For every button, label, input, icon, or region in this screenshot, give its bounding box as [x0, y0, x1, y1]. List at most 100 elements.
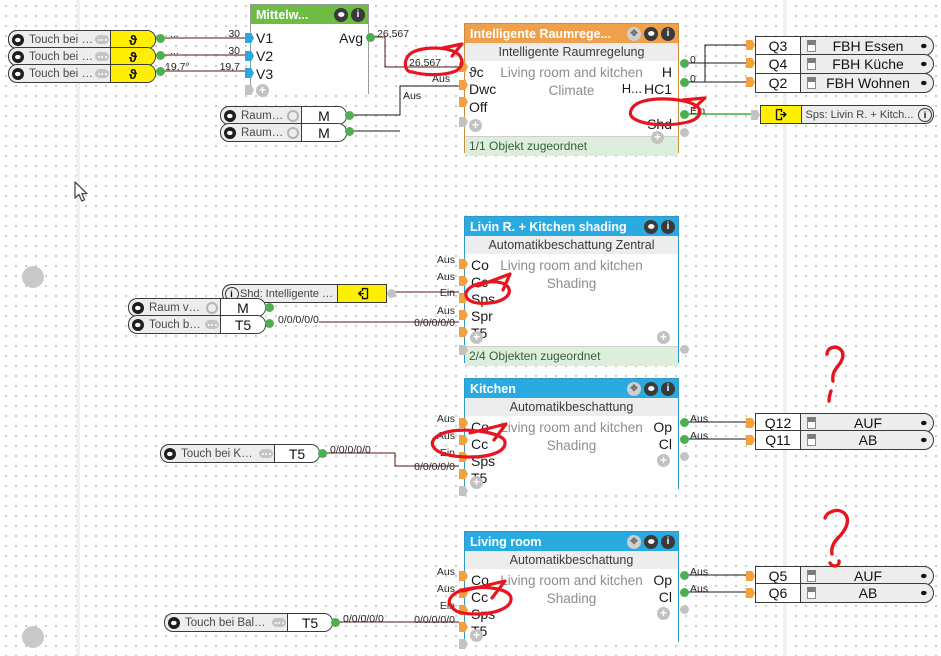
gear-icon[interactable] [915, 58, 933, 70]
sensor-touch-balkon-2[interactable]: Touch bei Balkon T5 [164, 613, 333, 632]
gear-icon[interactable] [644, 381, 658, 396]
gear-icon[interactable] [915, 417, 933, 429]
info-icon[interactable]: i [661, 381, 675, 396]
gear-icon[interactable] [221, 109, 238, 122]
move-icon[interactable]: ✥ [627, 381, 641, 396]
gear-icon[interactable] [644, 26, 658, 41]
move-icon[interactable]: ✥ [627, 26, 641, 41]
plus-icon-input[interactable]: + [470, 331, 483, 344]
room-control-output-pin-h[interactable] [680, 59, 689, 68]
info-icon[interactable]: i [351, 7, 365, 22]
output-q5-pin[interactable] [746, 571, 755, 581]
shading-central-block[interactable]: Livin R. + Kitchen shading i Automatikbe… [464, 216, 679, 366]
dots-icon[interactable] [271, 618, 287, 627]
plus-icon-input[interactable]: + [469, 119, 482, 132]
gear-icon[interactable] [915, 77, 933, 89]
output-q11-pin[interactable] [746, 435, 755, 445]
dots-icon[interactable] [204, 320, 220, 329]
plus-icon-output[interactable]: + [657, 331, 670, 344]
gear-icon[interactable] [915, 434, 933, 446]
kitchen-out-add[interactable] [680, 452, 689, 461]
room-control-output-pin-hc1[interactable] [680, 78, 689, 87]
plus-icon-output[interactable]: + [657, 607, 670, 620]
dots-icon[interactable] [94, 69, 110, 78]
kitchen-out-cl[interactable] [680, 435, 689, 444]
room-control-block[interactable]: Intelligente Raumrege... ✥ i Intelligent… [464, 23, 679, 156]
sps-virtual-output[interactable]: Sps: Livin R. + Kitch... i [760, 105, 934, 124]
output-q11[interactable]: Q11 AB [755, 430, 934, 450]
living-room-block[interactable]: Living room ✥ i Automatikbeschattung Co … [464, 531, 679, 642]
gear-icon[interactable] [915, 587, 933, 599]
flag-out-pin[interactable] [345, 127, 354, 136]
canvas-handle-bottom[interactable] [22, 626, 44, 648]
editor-canvas[interactable]: Touch bei Eingang ϑ Touch bei Küche ϑ To… [0, 0, 941, 656]
sensor-touch-eingang-2[interactable]: Touch bei Eingang T5 [128, 315, 266, 334]
gear-icon[interactable] [221, 126, 238, 139]
plus-icon-input[interactable]: + [470, 476, 483, 489]
ring-icon[interactable] [204, 301, 220, 314]
output-q3[interactable]: Q3 FBH Essen [755, 36, 934, 56]
flag-out-pin[interactable] [345, 111, 354, 120]
kitchen-block[interactable]: Kitchen ✥ i Automatikbeschattung Co Cc S… [464, 378, 679, 489]
average-block-header[interactable]: Mittelw... i [251, 5, 368, 24]
output-q4-pin[interactable] [746, 58, 755, 68]
move-icon[interactable]: ✥ [627, 534, 641, 549]
dots-icon[interactable] [258, 449, 274, 458]
gear-icon[interactable] [129, 301, 146, 314]
ring-icon[interactable] [285, 109, 301, 122]
shading-central-header[interactable]: Livin R. + Kitchen shading i [465, 217, 678, 236]
gear-icon[interactable] [334, 7, 348, 22]
canvas-handle-top[interactable] [22, 266, 44, 288]
living-room-block-header[interactable]: Living room ✥ i [465, 532, 678, 551]
sensor-out-pin[interactable] [318, 449, 327, 458]
info-icon[interactable]: i [661, 534, 675, 549]
output-q6-pin[interactable] [746, 588, 755, 598]
sensor-touch-kueche-2[interactable]: Touch bei Küche T5 [160, 444, 320, 463]
gear-icon[interactable] [165, 616, 182, 629]
gear-icon[interactable] [9, 67, 26, 80]
sensor-out-pin[interactable] [331, 618, 340, 627]
output-q6[interactable]: Q6 AB [755, 583, 934, 603]
gear-icon[interactable] [161, 447, 178, 460]
info-icon[interactable]: i [661, 26, 675, 41]
sps-output-pin[interactable] [751, 110, 760, 120]
sensor-out-pin[interactable] [265, 319, 274, 328]
flag-out-pin[interactable] [265, 303, 274, 312]
plus-icon-output[interactable]: + [657, 454, 670, 467]
room-control-output-pin-shd[interactable] [680, 110, 689, 119]
info-icon[interactable]: i [661, 219, 675, 234]
gear-icon[interactable] [915, 570, 933, 582]
output-q4[interactable]: Q4 FBH Küche [755, 54, 934, 74]
gear-icon[interactable] [9, 33, 26, 46]
dots-icon[interactable] [94, 35, 110, 44]
gear-icon[interactable] [9, 50, 26, 63]
living-room-out-cl[interactable] [680, 588, 689, 597]
memory-flag-raumregler-reset[interactable]: Raumregler Reset M [220, 123, 347, 142]
output-q3-pin[interactable] [746, 40, 755, 50]
sensor-row-touch-balkon[interactable]: Touch bei Balkon ϑ [8, 64, 156, 83]
plus-icon[interactable]: + [256, 84, 269, 97]
room-control-header[interactable]: Intelligente Raumrege... ✥ i [465, 24, 678, 43]
gear-icon[interactable] [644, 219, 658, 234]
info-icon[interactable]: i [917, 107, 933, 122]
kitchen-block-header[interactable]: Kitchen ✥ i [465, 379, 678, 398]
output-q2[interactable]: Q2 FBH Wohnen [755, 73, 934, 93]
gear-icon[interactable] [915, 40, 933, 52]
sensor-out-pin[interactable] [156, 34, 165, 43]
gear-icon[interactable] [644, 534, 658, 549]
output-q2-pin[interactable] [746, 77, 755, 87]
room-control-output-pin-add[interactable] [680, 128, 689, 137]
plus-icon-input[interactable]: + [470, 629, 483, 642]
gear-icon[interactable] [129, 318, 146, 331]
average-block[interactable]: Mittelw... i V1 V2 V3 Avg + [250, 4, 369, 97]
kitchen-out-op[interactable] [680, 418, 689, 427]
ring-icon[interactable] [285, 126, 301, 139]
sensor-out-pin[interactable] [156, 67, 165, 76]
average-output-pin-avg[interactable] [366, 33, 375, 42]
living-room-out-op[interactable] [680, 571, 689, 580]
shading-central-out-add[interactable] [680, 345, 689, 354]
sensor-out-pin[interactable] [156, 51, 165, 60]
shd-input-out-pin[interactable] [387, 289, 396, 298]
dots-icon[interactable] [94, 52, 110, 61]
plus-icon-output[interactable]: + [651, 131, 664, 144]
